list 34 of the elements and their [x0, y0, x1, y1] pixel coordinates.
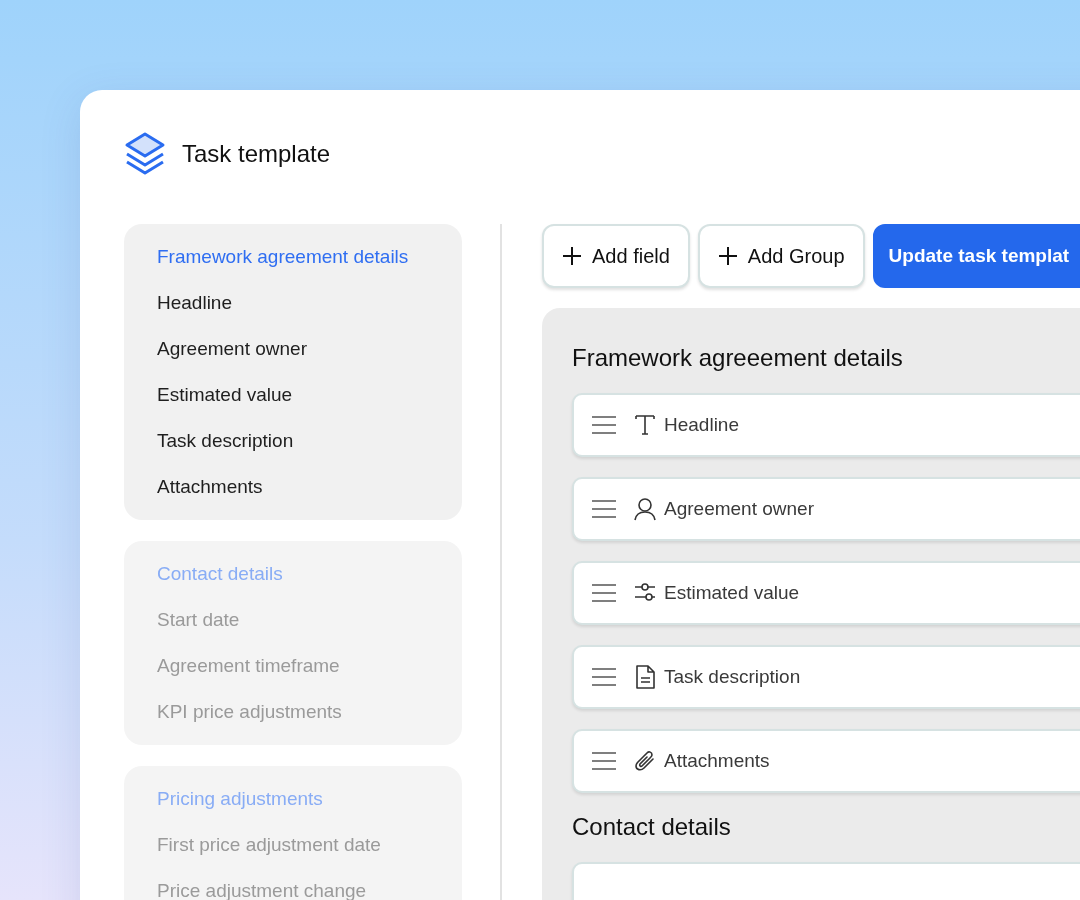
add-button[interactable]: Add field — [542, 224, 690, 288]
layers-icon — [124, 132, 166, 176]
field-label: Task description — [664, 664, 801, 689]
field-label: Attachments — [664, 748, 770, 773]
page-title: Task template — [182, 139, 331, 169]
text-icon — [634, 412, 656, 437]
sidebar-item[interactable]: Agreement owner — [157, 336, 440, 362]
section-title: Framework agreeement details — [572, 344, 904, 373]
field-label: Estimated value — [664, 580, 800, 605]
plus-icon — [562, 246, 582, 266]
section-title: Contact details — [572, 812, 732, 842]
update-button[interactable]: Update task templat — [872, 224, 1080, 288]
drag-handle-icon — [592, 583, 616, 602]
sidebar-item[interactable]: Headline — [157, 290, 440, 316]
group-link[interactable]: Framework agreement details — [157, 244, 440, 270]
field-row[interactable]: Estimated value — [572, 560, 1080, 625]
field-row[interactable]: Headline — [572, 392, 1080, 457]
document-icon — [634, 664, 656, 689]
sidebar-item[interactable]: Attachments — [157, 474, 440, 500]
person-icon — [634, 496, 656, 521]
drag-handle-icon — [592, 415, 616, 434]
field-row[interactable]: Task description — [572, 644, 1080, 709]
drag-handle-icon — [592, 667, 616, 686]
paperclip-icon — [634, 748, 656, 773]
drag-handle-icon — [592, 499, 616, 518]
add-button[interactable]: Add Group — [697, 224, 865, 288]
sidebar-item[interactable]: Estimated value — [157, 382, 440, 408]
drag-handle-icon — [592, 751, 616, 770]
sidebar-item[interactable]: Task description — [157, 428, 440, 454]
field-label: Headline — [664, 412, 739, 437]
field-row[interactable]: Attachments — [572, 728, 1080, 793]
field-label: Agreement owner — [664, 496, 814, 521]
field-row[interactable]: Agreement owner — [572, 476, 1080, 541]
plus-icon — [717, 246, 738, 266]
